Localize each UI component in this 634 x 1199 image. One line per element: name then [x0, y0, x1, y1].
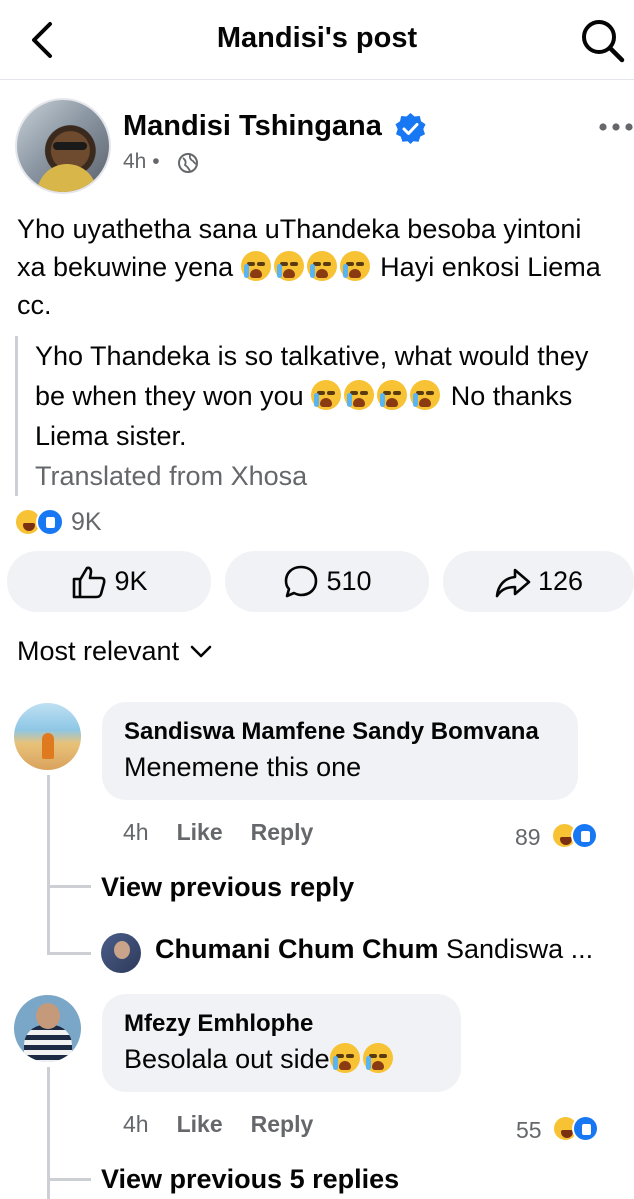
thread-branch	[47, 952, 91, 955]
comment-time: 4h	[123, 1111, 149, 1137]
crying-emoji-icon	[362, 1043, 393, 1073]
crying-emoji-icon	[344, 380, 375, 410]
verified-badge-icon	[395, 113, 426, 144]
reply-author-name: Chumani Chum Chum	[155, 934, 439, 964]
translation-block: Yho Thandeka is so talkative, what would…	[15, 336, 625, 496]
comment-meta: 4h Like Reply	[123, 1111, 313, 1138]
like-button[interactable]: 9K	[7, 551, 211, 612]
author-avatar[interactable]	[15, 98, 111, 194]
page-title: Mandisi's post	[216, 22, 418, 54]
thread-line	[47, 775, 50, 955]
comment-like-button[interactable]: Like	[177, 1111, 223, 1138]
comment-sort-dropdown[interactable]: Most relevant	[17, 636, 213, 667]
top-bar: Mandisi's post	[0, 0, 634, 80]
crying-emoji-icon	[329, 1043, 360, 1073]
comment-reaction-count: 55	[516, 1117, 542, 1143]
reply-author-avatar[interactable]	[101, 933, 141, 973]
comment-text: Besolala out side	[124, 1040, 439, 1078]
author-name[interactable]: Mandisi Tshingana	[123, 110, 382, 143]
share-button[interactable]: 126	[443, 551, 634, 612]
crying-emoji-icon	[273, 251, 304, 281]
crying-emoji-icon	[306, 251, 337, 281]
thumbs-up-icon	[73, 566, 106, 598]
like-reaction-icon	[571, 822, 598, 849]
translated-text: Yho Thandeka is so talkative, what would…	[35, 341, 589, 451]
commenter-avatar[interactable]	[14, 995, 81, 1062]
thread-branch	[47, 1178, 91, 1181]
translation-note[interactable]: Translated from Xhosa	[35, 456, 625, 496]
like-reaction-icon	[572, 1115, 599, 1142]
reactions-count: 9K	[71, 508, 102, 536]
crying-emoji-icon	[339, 251, 370, 281]
post-body: Yho uyathetha sana uThandeka besoba yint…	[17, 214, 601, 320]
more-options-icon[interactable]	[598, 120, 634, 134]
share-arrow-icon	[495, 568, 531, 597]
comment-like-button[interactable]: Like	[177, 819, 223, 846]
comment-reply-button[interactable]: Reply	[251, 819, 314, 846]
commenter-name[interactable]: Mfezy Emhlophe	[124, 1008, 439, 1040]
comment-time: 4h	[123, 819, 149, 845]
comment-button[interactable]: 510	[225, 551, 429, 612]
comment-reply-button[interactable]: Reply	[251, 1111, 314, 1138]
chevron-down-icon	[190, 645, 212, 657]
reply-preview-text: Sandiswa ...	[446, 934, 594, 964]
comment-reaction-count: 89	[515, 824, 541, 850]
commenter-name[interactable]: Sandiswa Mamfene Sandy Bomvana	[124, 716, 556, 748]
like-reaction-icon	[36, 508, 64, 536]
crying-emoji-icon	[240, 251, 271, 281]
comment-icon	[285, 565, 318, 597]
crying-emoji-icon	[377, 380, 408, 410]
comment-bubble[interactable]: Mfezy Emhlophe Besolala out side	[102, 994, 461, 1092]
thread-branch	[47, 885, 91, 888]
view-previous-replies[interactable]: View previous 5 replies	[101, 1164, 399, 1195]
crying-emoji-icon	[311, 380, 342, 410]
post-time: 4h •	[123, 150, 160, 173]
globe-icon	[178, 153, 198, 173]
view-previous-replies[interactable]: View previous reply	[101, 872, 354, 903]
comment-text: Menemene this one	[124, 752, 362, 782]
latest-reply-preview[interactable]: Chumani Chum Chum Sandiswa ...	[155, 934, 593, 965]
crying-emoji-icon	[410, 380, 441, 410]
search-icon[interactable]	[578, 16, 626, 64]
commenter-avatar[interactable]	[14, 703, 81, 770]
comment-meta: 4h Like Reply	[123, 819, 313, 846]
comment-bubble[interactable]: Sandiswa Mamfene Sandy Bomvana Menemene …	[102, 702, 578, 800]
